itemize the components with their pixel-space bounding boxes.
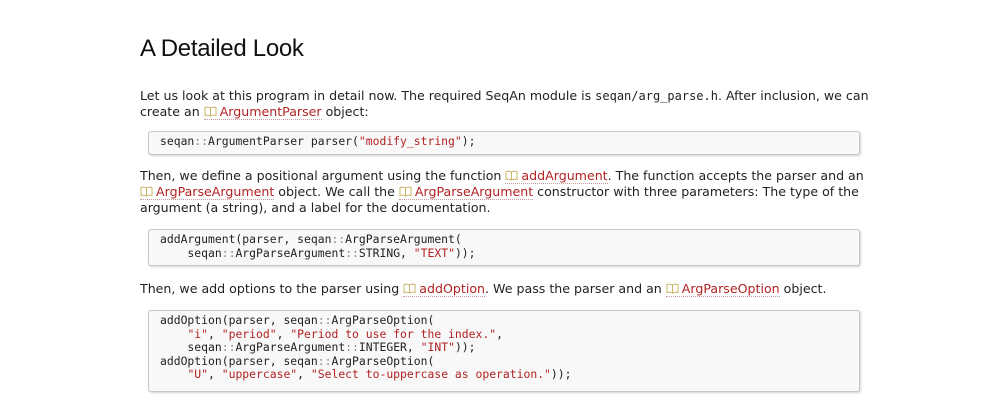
code-token: STRING,: [358, 245, 414, 260]
code-line: addOption(parser, seqan::ArgParseOption(: [160, 313, 859, 328]
code-line: addOption(parser, seqan::ArgParseOption(: [160, 353, 859, 369]
code-line: addArgument(parser, seqan::ArgParseArgum…: [160, 232, 859, 247]
code-token: seqan: [160, 340, 222, 355]
code-line: "U", "uppercase", "Select to-uppercase a…: [160, 368, 859, 382]
code-string: "Select to-uppercase as operation.": [310, 367, 551, 382]
code-string: "TEXT": [413, 245, 455, 260]
code-token: ::: [317, 353, 332, 368]
code-token: addOption(parser, seqan: [160, 313, 318, 327]
code-token: ::: [345, 245, 359, 260]
code-line: seqan::ArgParseArgument::INTEGER, "INT")…: [160, 340, 859, 355]
code-token: ::: [331, 232, 346, 246]
code-block-3: addOption(parser, seqan::ArgParseOption(…: [148, 310, 860, 392]
code-string: "uppercase": [221, 367, 298, 382]
code-token: ::: [194, 134, 209, 148]
code-line: seqan::ArgParseArgument::STRING, "TEXT")…: [160, 245, 859, 261]
code-block-1: seqan::ArgumentParser parser("modify_str…: [148, 131, 860, 155]
code-string: "modify_string": [358, 134, 462, 148]
code-token: ));: [454, 340, 476, 355]
link-argparseargument[interactable]: ArgParseArgument: [140, 184, 275, 200]
code-token: ArgParseOption(: [331, 353, 435, 368]
code-string: "period": [221, 326, 277, 341]
link-argumentparser[interactable]: ArgumentParser: [203, 104, 322, 120]
code-token: ::: [317, 313, 332, 327]
code-token: );: [461, 134, 476, 148]
code-token: ArgParseArgument: [235, 245, 346, 260]
code-token: seqan: [160, 245, 222, 260]
link-addoption[interactable]: addOption: [403, 281, 486, 297]
code-line: "i", "period", "Period to use for the in…: [160, 326, 859, 342]
paragraph-options: Then, we add options to the parser using…: [140, 281, 827, 297]
link-argparseargument-2[interactable]: ArgParseArgument: [398, 184, 534, 200]
code-token: ArgParseArgument(: [345, 232, 462, 246]
code-string: "U": [187, 367, 209, 382]
link-addargument[interactable]: addArgument: [505, 168, 608, 184]
code-lines: addArgument(parser, seqan::ArgParseArgum…: [160, 232, 859, 261]
code-line: seqan::ArgumentParser parser("modify_str…: [160, 134, 859, 149]
code-token: ));: [454, 245, 476, 260]
code-token: ::: [221, 340, 236, 355]
code-token: ArgParseOption(: [331, 313, 435, 327]
code-block-2: addArgument(parser, seqan::ArgParseArgum…: [148, 229, 860, 266]
code-token: addOption(parser, seqan: [160, 353, 318, 368]
code-string: "Period to use for the index.": [290, 326, 497, 341]
code-token: seqan: [160, 134, 195, 148]
book-icon: [403, 283, 416, 294]
page-title: A Detailed Look: [140, 35, 304, 62]
code-token: ,: [297, 367, 311, 382]
code-token: ::: [221, 245, 236, 260]
inline-code-module: seqan/arg_parse.h: [595, 89, 718, 103]
code-token: ArgumentParser parser(: [208, 134, 359, 148]
book-icon: [666, 283, 679, 294]
book-icon: [140, 186, 153, 197]
code-token: ::: [345, 340, 359, 355]
code-lines: addOption(parser, seqan::ArgParseOption(…: [160, 313, 859, 382]
code-token: ,: [208, 367, 222, 382]
link-argparseoption[interactable]: ArgParseOption: [665, 281, 780, 297]
code-token: ,: [208, 326, 222, 341]
code-token: ,: [276, 326, 291, 341]
code-string: "INT": [420, 340, 455, 355]
code-token: INTEGER,: [358, 340, 421, 355]
book-icon: [399, 186, 412, 197]
code-string: "i": [187, 326, 209, 341]
paragraph-intro: Let us look at this program in detail no…: [140, 88, 869, 120]
code-token: ,: [496, 326, 503, 341]
code-lines: seqan::ArgumentParser parser("modify_str…: [160, 134, 859, 149]
code-token: ArgParseArgument: [235, 340, 346, 355]
paragraph-positional-argument: Then, we define a positional argument us…: [140, 168, 864, 215]
code-token: addArgument(parser, seqan: [160, 232, 332, 246]
code-token: ));: [550, 367, 572, 382]
book-icon: [204, 106, 217, 117]
book-icon: [505, 170, 518, 181]
